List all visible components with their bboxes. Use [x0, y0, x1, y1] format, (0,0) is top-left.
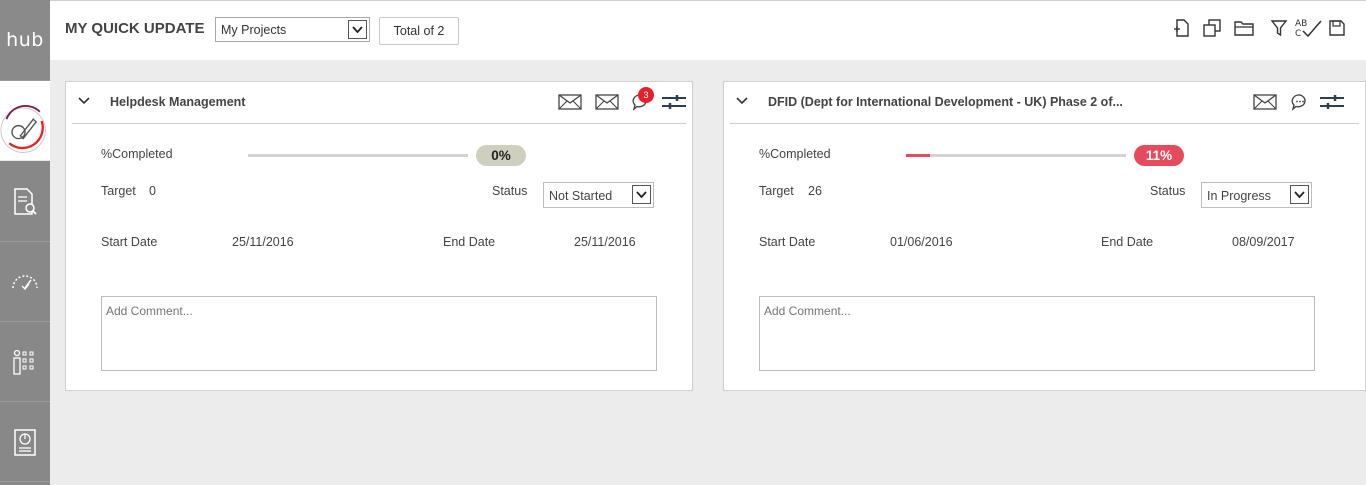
project-filter-value: My Projects: [221, 23, 287, 37]
project-filter-select[interactable]: My Projects: [215, 17, 370, 42]
percent-badge: 11%: [1134, 145, 1184, 166]
status-label: Status: [1150, 184, 1186, 198]
total-count-button[interactable]: Total of 2: [379, 17, 459, 45]
page-title: MY QUICK UPDATE: [65, 20, 205, 37]
header-divider: [72, 123, 686, 124]
start-date-label: Start Date: [759, 235, 816, 249]
target-value: 26: [808, 184, 822, 198]
comment-icon[interactable]: [1287, 91, 1313, 113]
start-date-label: Start Date: [101, 235, 158, 249]
spellcheck-icon[interactable]: AB C: [1294, 17, 1324, 39]
chevron-down-icon[interactable]: [632, 185, 651, 204]
card-header: DFID (Dept for International Development…: [724, 82, 1365, 124]
card-title: Helpdesk Management: [110, 95, 246, 109]
search-document-icon: [14, 187, 37, 215]
collapse-chevron-icon[interactable]: [735, 94, 749, 108]
status-label: Status: [492, 184, 528, 198]
hub-logo[interactable]: hub: [0, 0, 50, 81]
comment-count-badge: 3: [638, 87, 654, 103]
end-date-label: End Date: [1101, 235, 1154, 249]
project-card-dfid: DFID (Dept for International Development…: [723, 81, 1366, 391]
email-icon[interactable]: [1252, 91, 1278, 113]
card-header: Helpdesk Management 3: [66, 82, 692, 124]
sidebar-item-resources[interactable]: [0, 322, 50, 402]
dashboard-gauge-icon: [12, 274, 38, 290]
settings-sliders-icon[interactable]: [1319, 91, 1345, 113]
quick-update-icon: [0, 104, 46, 153]
progress-bar: [906, 154, 1126, 157]
status-value: In Progress: [1207, 189, 1271, 203]
target-value: 0: [149, 184, 156, 198]
chevron-down-icon[interactable]: [348, 20, 367, 39]
comment-input[interactable]: [101, 296, 657, 371]
sidebar-item-reports[interactable]: [0, 402, 50, 482]
save-icon[interactable]: [1326, 17, 1348, 39]
sidebar: hub: [0, 0, 50, 485]
copy-icon[interactable]: [1201, 17, 1223, 39]
svg-text:C: C: [1295, 29, 1301, 39]
percent-badge: 0%: [476, 145, 526, 166]
end-date-value: 08/09/2017: [1232, 235, 1295, 249]
project-card-helpdesk: Helpdesk Management 3 %Completed 0% Targ…: [65, 81, 693, 391]
end-date-value: 25/11/2016: [574, 235, 636, 249]
email-all-icon[interactable]: [594, 91, 620, 113]
add-document-icon[interactable]: [1171, 17, 1193, 39]
folder-icon[interactable]: [1233, 17, 1255, 39]
status-select[interactable]: Not Started: [543, 182, 654, 208]
comment-input[interactable]: [759, 296, 1315, 371]
progress-bar: [248, 154, 468, 157]
top-bar: MY QUICK UPDATE My Projects Total of 2 A…: [50, 0, 1366, 60]
card-title: DFID (Dept for International Development…: [768, 95, 1123, 109]
filter-icon[interactable]: [1268, 17, 1290, 39]
hub-logo-text: hub: [6, 29, 44, 51]
resource-icon: [13, 349, 34, 375]
completed-label: %Completed: [759, 147, 831, 161]
chevron-down-icon[interactable]: [1290, 185, 1309, 204]
completed-label: %Completed: [101, 147, 173, 161]
start-date-value: 25/11/2016: [232, 235, 294, 249]
header-divider: [730, 123, 1359, 124]
target-label: Target: [759, 184, 794, 198]
comment-icon[interactable]: 3: [628, 87, 654, 113]
status-select[interactable]: In Progress: [1201, 182, 1312, 208]
sidebar-item-quick-update[interactable]: [0, 81, 50, 161]
end-date-label: End Date: [443, 235, 496, 249]
start-date-value: 01/06/2016: [890, 235, 953, 249]
email-icon[interactable]: [557, 91, 583, 113]
sidebar-item-search-documents[interactable]: [0, 162, 50, 242]
svg-text:AB: AB: [1295, 19, 1307, 29]
status-value: Not Started: [549, 189, 613, 203]
settings-sliders-icon[interactable]: [661, 91, 687, 113]
collapse-chevron-icon[interactable]: [77, 94, 91, 108]
report-icon: [14, 428, 36, 456]
target-label: Target: [101, 184, 136, 198]
sidebar-item-dashboard[interactable]: [0, 242, 50, 322]
total-count-label: Total of 2: [393, 24, 445, 38]
progress-bar-fill: [906, 154, 931, 157]
